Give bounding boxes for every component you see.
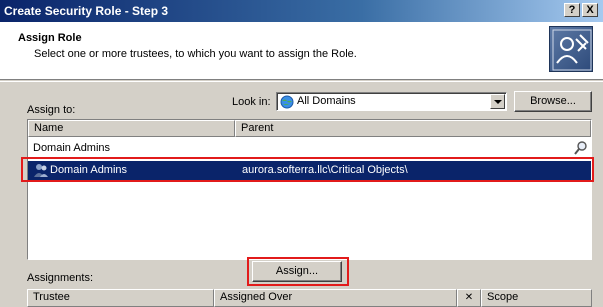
header-subtitle: Select one or more trustees, to which yo…: [34, 48, 357, 60]
look-in-combo[interactable]: All Domains: [276, 92, 507, 111]
assign-button[interactable]: Assign...: [252, 261, 342, 282]
browse-button[interactable]: Browse...: [514, 91, 592, 112]
filter-row[interactable]: Domain Admins: [28, 138, 591, 158]
column-header-scope[interactable]: Scope: [481, 289, 592, 307]
row-name: Domain Admins: [50, 164, 128, 176]
search-icon[interactable]: [573, 140, 589, 156]
trustee-list[interactable]: Name Parent Domain Admins Domain Admins …: [27, 119, 592, 260]
close-button[interactable]: X: [582, 3, 598, 17]
assign-to-label: Assign to:: [27, 104, 76, 116]
globe-icon: [280, 95, 294, 109]
header-divider: [0, 81, 603, 82]
column-header-trustee[interactable]: Trustee: [27, 289, 214, 307]
filter-input[interactable]: Domain Admins: [33, 142, 110, 154]
table-row[interactable]: Domain Admins aurora.softerra.llc\Critic…: [28, 161, 591, 180]
chevron-down-icon[interactable]: [490, 94, 505, 109]
column-header-name[interactable]: Name: [28, 120, 235, 137]
look-in-label: Look in:: [232, 96, 271, 108]
clear-filter-icon[interactable]: ✕: [457, 289, 481, 307]
assignments-label: Assignments:: [27, 272, 94, 284]
column-header-parent[interactable]: Parent: [235, 120, 591, 137]
title-bar: Create Security Role - Step 3 ? X: [0, 0, 603, 22]
security-role-icon: [549, 26, 593, 72]
look-in-value: All Domains: [297, 95, 356, 107]
column-header-assigned-over[interactable]: Assigned Over: [214, 289, 457, 307]
user-group-icon: [33, 162, 49, 178]
row-parent: aurora.softerra.llc\Critical Objects\: [242, 164, 408, 176]
window-title: Create Security Role - Step 3: [4, 4, 169, 18]
help-button[interactable]: ?: [564, 3, 580, 17]
wizard-header: Assign Role Select one or more trustees,…: [0, 22, 603, 80]
header-title: Assign Role: [18, 32, 82, 44]
